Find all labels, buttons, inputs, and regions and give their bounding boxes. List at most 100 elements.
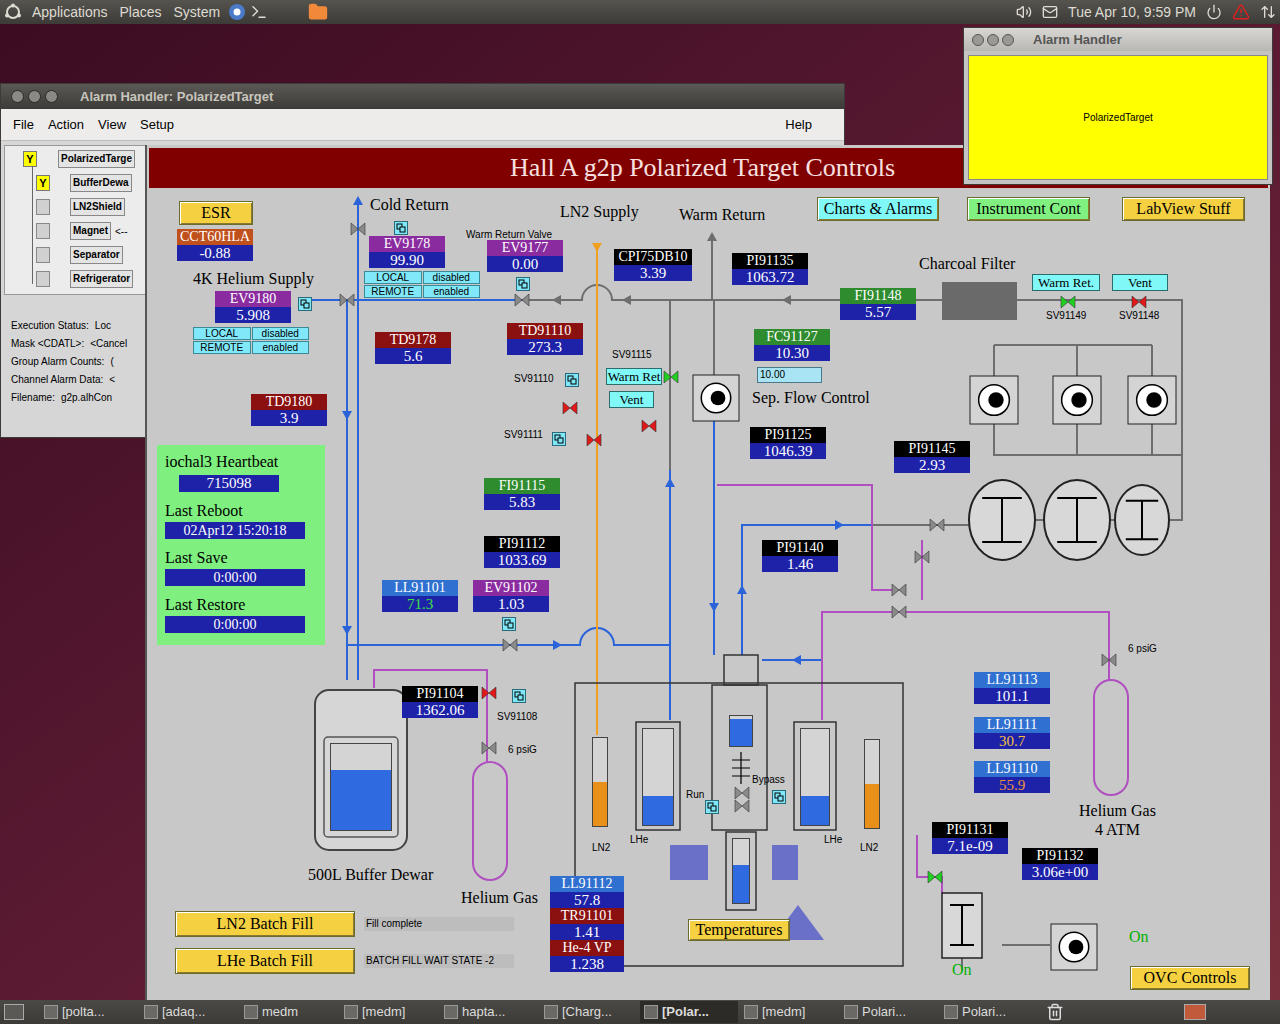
ubuntu-logo-icon[interactable]	[4, 3, 22, 21]
batch-fill-button[interactable]: LHe Batch Fill	[175, 948, 355, 974]
tank-fill	[331, 770, 391, 830]
terminal-icon[interactable]	[250, 3, 268, 21]
window-control-icon[interactable]	[987, 34, 999, 46]
clock[interactable]: Tue Apr 10, 9:59 PM	[1068, 2, 1196, 23]
show-desktop-icon[interactable]	[4, 1004, 24, 1020]
taskbar-item[interactable]: [adaq...	[140, 1001, 238, 1023]
taskbar-item[interactable]: medm	[240, 1001, 338, 1023]
diagram-label: SV91110	[514, 373, 554, 385]
taskbar-item[interactable]: [polta...	[40, 1001, 138, 1023]
window-control-icon[interactable]	[28, 90, 41, 103]
display-button[interactable]: ESR	[179, 201, 253, 225]
readout: TD91110273.3	[507, 323, 583, 355]
readout: PI911121033.69	[484, 536, 560, 568]
display-button[interactable]: Vent	[1112, 274, 1168, 291]
taskbar-item-label: [medm]	[362, 1002, 405, 1022]
warning-icon[interactable]	[1232, 3, 1250, 21]
folder-icon[interactable]	[308, 2, 328, 22]
batch-fill-button[interactable]: LN2 Batch Fill	[175, 911, 355, 937]
mode-cell[interactable]: disabled	[252, 327, 310, 340]
alarm-group-button[interactable]: PolarizedTarge	[58, 150, 135, 168]
status-label: Group Alarm Counts:	[11, 355, 104, 369]
tank-level	[592, 737, 608, 827]
display-button[interactable]: Instrument Cont	[967, 197, 1090, 221]
desktop: Alarm Handler: PolarizedTarget File Action…	[0, 24, 1280, 1000]
window-titlebar[interactable]: Alarm Handler	[964, 28, 1272, 51]
related-display-icon[interactable]	[298, 297, 312, 311]
window-control-icon[interactable]	[972, 34, 984, 46]
panel-menu[interactable]: Applications	[32, 2, 108, 23]
alarm-group-button[interactable]: Refrigerator	[70, 270, 133, 288]
related-display-icon[interactable]	[502, 617, 516, 631]
panel-menu[interactable]: System	[174, 2, 221, 23]
mode-cell[interactable]: disabled	[423, 271, 481, 284]
mode-cell[interactable]: REMOTE	[364, 285, 422, 298]
panel-menu[interactable]: Places	[120, 2, 162, 23]
help-menu[interactable]: Help	[785, 115, 812, 135]
mode-cell[interactable]: LOCAL	[193, 327, 251, 340]
tank-level	[642, 728, 674, 826]
window-control-icon[interactable]	[11, 90, 24, 103]
menu-item[interactable]: Action	[48, 115, 84, 135]
readout-label: EV9178	[369, 236, 445, 252]
workspace-switcher[interactable]	[1184, 1004, 1206, 1020]
setpoint-field[interactable]: 10.00	[757, 367, 822, 383]
taskbar-item[interactable]: [medm]	[340, 1001, 438, 1023]
menu-item[interactable]: File	[13, 115, 34, 135]
top-panel: Applications Places System Tue Apr 10, 9:59…	[0, 0, 1280, 24]
taskbar-item[interactable]: [Polar...	[640, 1001, 738, 1023]
related-display-icon[interactable]	[512, 689, 526, 703]
taskbar-item[interactable]: [Charg...	[540, 1001, 638, 1023]
diagram-label: LN2 Supply	[560, 203, 639, 221]
display-button[interactable]: OVC Controls	[1130, 966, 1250, 990]
readout: PI911452.93	[894, 441, 970, 473]
alarm-group-box[interactable]: PolarizedTarget	[968, 55, 1268, 180]
window-control-icon[interactable]	[1002, 34, 1014, 46]
alarm-group-button[interactable]: Magnet	[70, 222, 111, 240]
readout-value: 0.00	[487, 256, 563, 272]
window-control-icon[interactable]	[45, 90, 58, 103]
taskbar-item-label: Polari...	[862, 1002, 906, 1022]
menu-item[interactable]: View	[98, 115, 126, 135]
network-icon[interactable]	[1260, 4, 1276, 20]
alarm-group-button[interactable]: Separator	[70, 246, 123, 264]
power-icon[interactable]	[1206, 4, 1222, 20]
taskbar-item[interactable]: [medm]	[740, 1001, 838, 1023]
related-display-icon[interactable]	[552, 432, 566, 446]
readout-label: PI91132	[1022, 848, 1098, 864]
taskbar-item[interactable]: Polari...	[940, 1001, 1038, 1023]
menu-item[interactable]: Setup	[140, 115, 174, 135]
browser-icon[interactable]	[228, 3, 246, 21]
trash-icon[interactable]	[1046, 1003, 1064, 1021]
taskbar-item[interactable]: hapta...	[440, 1001, 538, 1023]
mode-cell[interactable]: REMOTE	[193, 341, 251, 354]
display-button[interactable]: Warm Ret	[606, 368, 662, 385]
related-display-icon[interactable]	[565, 373, 579, 387]
alarm-group-button[interactable]: LN2Shield	[70, 198, 125, 216]
related-display-icon[interactable]	[772, 790, 786, 804]
status-value: Loc	[95, 319, 111, 333]
display-button[interactable]: Temperatures	[688, 919, 790, 941]
diagram-label: LN2	[592, 842, 610, 854]
mail-icon[interactable]	[1042, 4, 1058, 20]
related-display-icon[interactable]	[516, 277, 530, 291]
alarm-group-button[interactable]: BufferDewa	[70, 174, 132, 192]
related-display-icon[interactable]	[705, 800, 719, 814]
display-button[interactable]: Charts & Alarms	[817, 197, 939, 221]
readout-value: 1.41	[550, 924, 624, 940]
volume-icon[interactable]	[1016, 4, 1032, 20]
heartbeat-row-value: 0:00:00	[165, 569, 305, 586]
display-button[interactable]: Vent	[609, 391, 654, 408]
mode-cell[interactable]: enabled	[252, 341, 310, 354]
taskbar-item[interactable]: Polari...	[840, 1001, 938, 1023]
display-button[interactable]: Warm Ret.	[1032, 274, 1100, 291]
window-titlebar[interactable]: Alarm Handler: PolarizedTarget	[1, 84, 844, 109]
taskbar-item-label: [adaq...	[162, 1002, 205, 1022]
display-button[interactable]: LabView Stuff	[1122, 197, 1245, 221]
mode-cell[interactable]: LOCAL	[364, 271, 422, 284]
readout-value: 5.57	[840, 304, 916, 320]
related-display-icon[interactable]	[394, 221, 408, 235]
readout-value: 1046.39	[750, 443, 826, 459]
mode-cell[interactable]: enabled	[423, 285, 481, 298]
manual-valve-icon	[735, 787, 749, 799]
